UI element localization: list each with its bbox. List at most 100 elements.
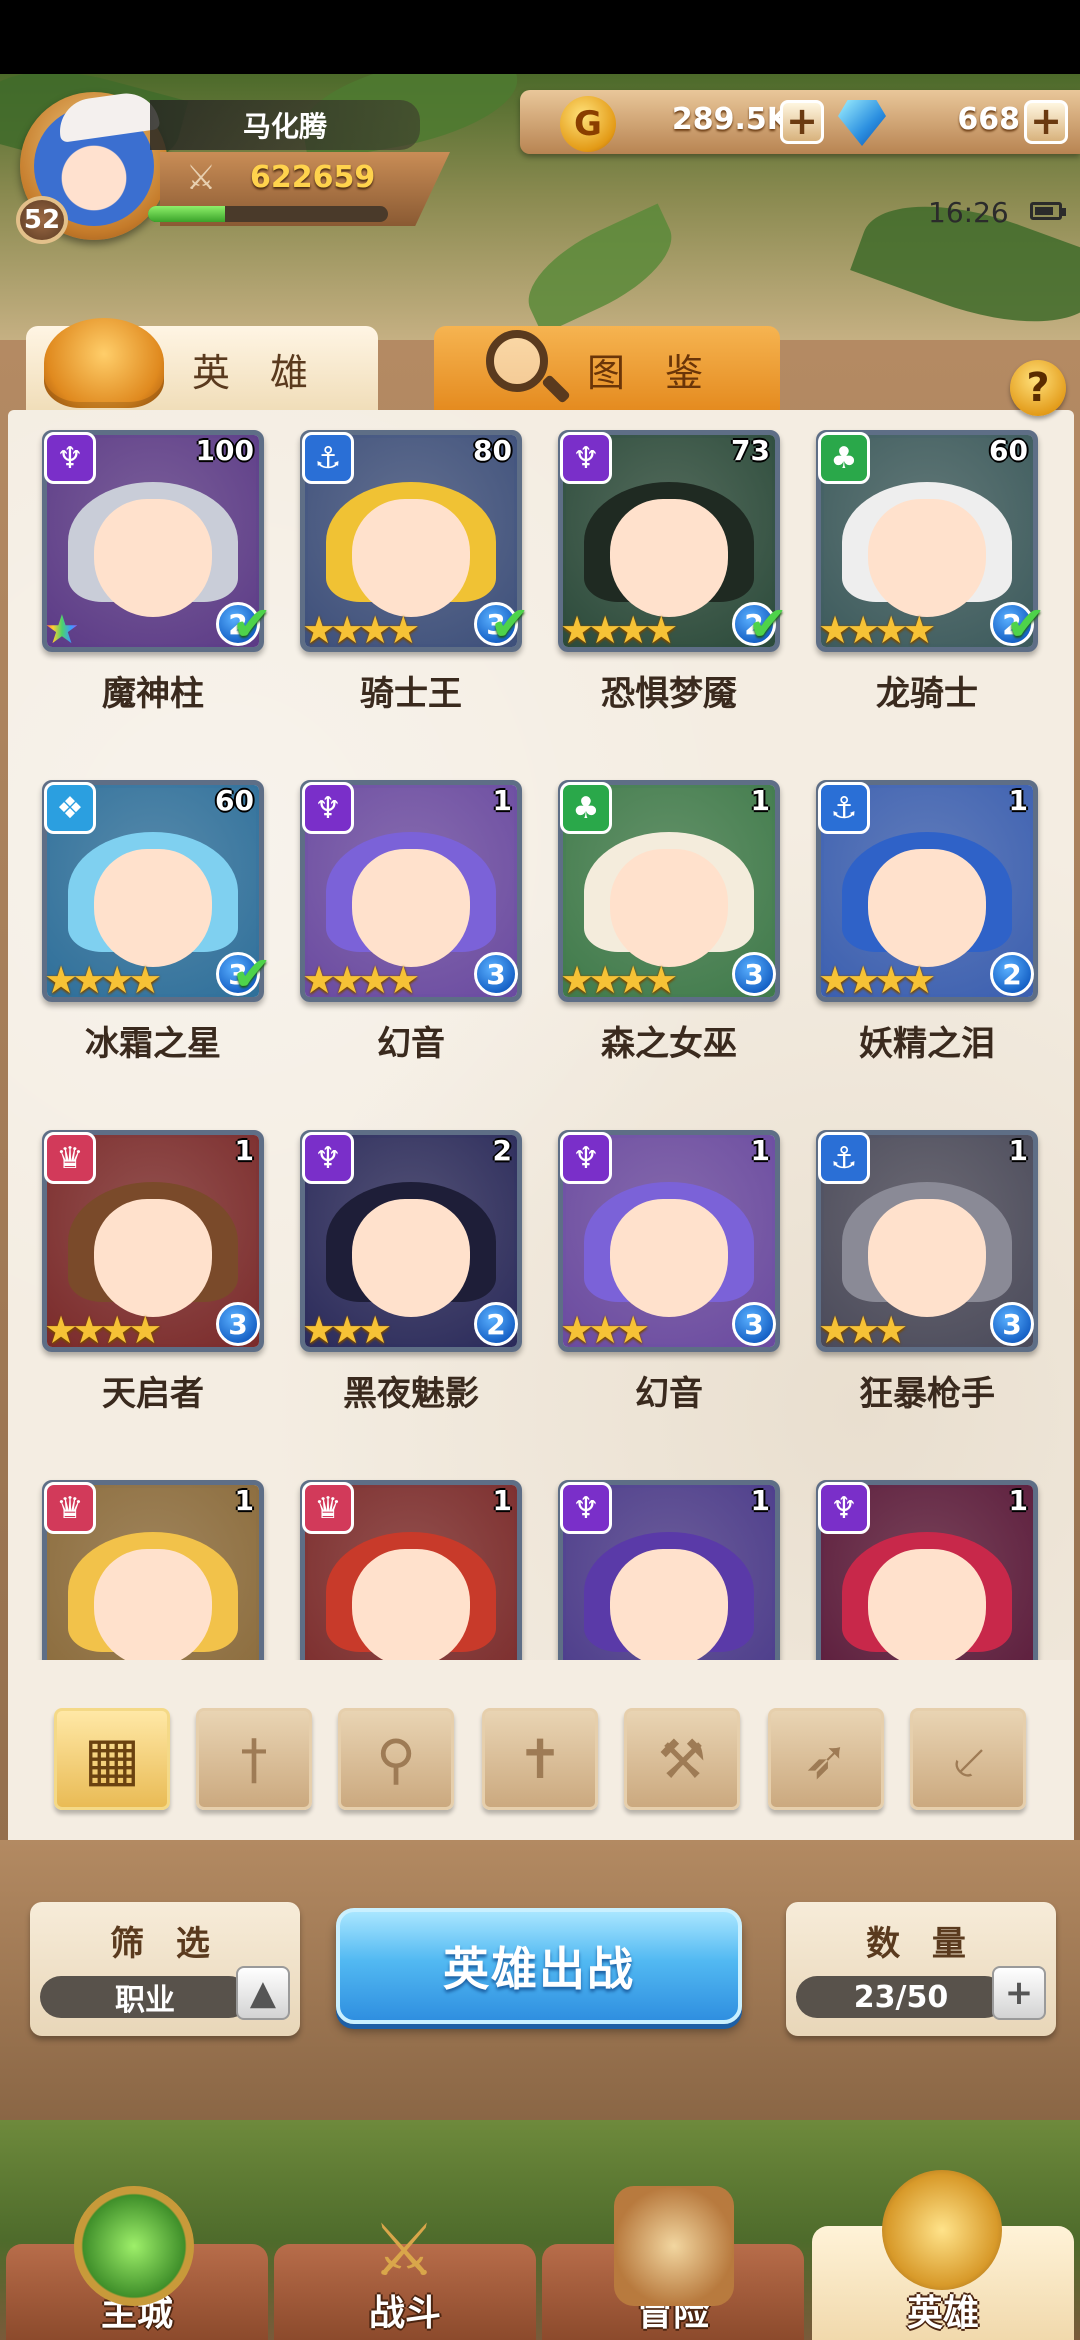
sword-icon: † bbox=[240, 1727, 268, 1791]
anchor-faction-icon: ⚓ bbox=[818, 1132, 870, 1184]
add-gold-button[interactable]: + bbox=[780, 100, 824, 144]
hero-level: 1 bbox=[750, 1134, 770, 1167]
star-rating: ★★★★ bbox=[560, 608, 678, 652]
filter-tank-button[interactable]: ⚒ bbox=[624, 1708, 740, 1810]
star-rating: ★★★★ bbox=[560, 958, 678, 1002]
hero-card[interactable]: ♆ 100 ★ 2 ✔ bbox=[42, 430, 272, 653]
hero-helmet-nav-icon bbox=[882, 2170, 1002, 2290]
demon-faction-icon: ♆ bbox=[302, 782, 354, 834]
checkmark-icon: ✔ bbox=[231, 596, 272, 652]
nature-faction-icon: ♣ bbox=[818, 432, 870, 484]
nature-faction-icon: ♣ bbox=[560, 782, 612, 834]
gold-coin-icon: G bbox=[560, 96, 616, 152]
axe-icon: ⚒ bbox=[657, 1727, 707, 1791]
demon-faction-icon: ♆ bbox=[818, 1482, 870, 1534]
gem-amount: 668 bbox=[957, 102, 1020, 137]
filter-mage-button[interactable]: ⚲ bbox=[338, 1708, 454, 1810]
chevron-up-icon: ▲ bbox=[249, 1973, 277, 2013]
add-gems-button[interactable]: + bbox=[1024, 100, 1068, 144]
gold-amount: 289.5K bbox=[671, 102, 790, 137]
hero-level: 1 bbox=[234, 1484, 254, 1517]
hero-card[interactable]: ♆ 73 ★★★★ 2 ✔ bbox=[558, 430, 788, 652]
demon-faction-icon: ♆ bbox=[560, 1132, 612, 1184]
filter-all-button[interactable]: ▦ bbox=[54, 1708, 170, 1810]
checkmark-icon: ✔ bbox=[747, 596, 788, 652]
hero-card[interactable]: ⚓ 80 ★★★★ 3 ✔ bbox=[300, 430, 530, 652]
grade-badge: 3 bbox=[990, 1302, 1034, 1346]
castle-icon bbox=[74, 2186, 194, 2306]
crossed-swords-icon: ⚔ bbox=[185, 158, 217, 198]
exp-bar-fill bbox=[148, 206, 225, 222]
hero-level: 80 bbox=[473, 434, 512, 467]
filter-assassin-button[interactable]: ⸔ bbox=[910, 1708, 1026, 1810]
anchor-faction-icon: ⚓ bbox=[302, 432, 354, 484]
hero-card[interactable]: ♛ 1 ★★★★ 3 bbox=[42, 1130, 264, 1352]
checkmark-icon: ✔ bbox=[231, 946, 272, 1002]
hero-card[interactable]: ♆ 1 ★★★★ 3 bbox=[300, 780, 522, 1002]
nav-hero-label: 英雄 bbox=[906, 2293, 979, 2334]
hero-card[interactable]: ♣ 1 ★★★★ 3 bbox=[558, 780, 780, 1002]
count-display: 23/50 bbox=[796, 1976, 1006, 2018]
hero-level: 60 bbox=[215, 784, 254, 817]
hero-level: 60 bbox=[989, 434, 1028, 467]
hero-card[interactable]: ❖ 60 ★★★★ 3 ✔ bbox=[42, 780, 272, 1002]
fire-faction-icon: ♛ bbox=[302, 1482, 354, 1534]
hero-level: 1 bbox=[492, 784, 512, 817]
star-rating: ★★★★ bbox=[302, 608, 420, 652]
hero-level: 73 bbox=[731, 434, 770, 467]
filter-select[interactable]: 职业 bbox=[40, 1976, 250, 2018]
ice-faction-icon: ❖ bbox=[44, 782, 96, 834]
hero-level: 1 bbox=[1008, 1484, 1028, 1517]
hero-level: 1 bbox=[1008, 784, 1028, 817]
star-rating: ★★★★ bbox=[818, 608, 936, 652]
filter-title: 筛 选 bbox=[110, 1924, 220, 1964]
filter-warrior-button[interactable]: † bbox=[196, 1708, 312, 1810]
battery-icon bbox=[1030, 202, 1066, 220]
bow-icon: ➶ bbox=[803, 1727, 849, 1791]
grade-badge: 2 bbox=[990, 952, 1034, 996]
count-title: 数 量 bbox=[866, 1924, 976, 1964]
hero-level: 1 bbox=[750, 1484, 770, 1517]
hero-card[interactable]: ⚓ 1 ★★★ 3 bbox=[816, 1130, 1038, 1352]
star-rating: ★★★★ bbox=[44, 958, 162, 1002]
crossed-swords-nav-icon: ⚔ bbox=[371, 2208, 437, 2292]
filter-priest-button[interactable]: ✝ bbox=[482, 1708, 598, 1810]
magnifier-icon bbox=[486, 330, 548, 392]
rainbow-star-icon: ★ bbox=[44, 607, 80, 653]
demon-faction-icon: ♆ bbox=[44, 432, 96, 484]
hero-level: 1 bbox=[1008, 1134, 1028, 1167]
grade-badge: 2 bbox=[474, 1302, 518, 1346]
demon-faction-icon: ♆ bbox=[560, 432, 612, 484]
hero-card[interactable]: ♆ 2 ★★★ 2 bbox=[300, 1130, 522, 1352]
star-rating: ★★★ bbox=[560, 1308, 650, 1352]
tab-codex[interactable]: 图 鉴 bbox=[434, 326, 780, 412]
filter-archer-button[interactable]: ➶ bbox=[768, 1708, 884, 1810]
player-level-badge: 52 bbox=[16, 196, 68, 244]
cross-icon: ✝ bbox=[517, 1727, 563, 1791]
hero-card[interactable]: ♆ 1 ★★★ 3 bbox=[558, 1130, 780, 1352]
staff-icon: ⚲ bbox=[376, 1727, 416, 1791]
count-panel: 数 量 23/50 + bbox=[786, 1902, 1056, 2036]
plus-icon: + bbox=[1004, 1973, 1034, 2013]
checkmark-icon: ✔ bbox=[489, 596, 530, 652]
filter-toggle-button[interactable]: ▲ bbox=[236, 1966, 290, 2020]
help-button[interactable]: ? bbox=[1010, 360, 1066, 416]
anchor-faction-icon: ⚓ bbox=[818, 782, 870, 834]
hero-level: 100 bbox=[195, 434, 254, 467]
hero-level: 1 bbox=[492, 1484, 512, 1517]
all-grid-icon: ▦ bbox=[83, 1724, 141, 1794]
status-bar bbox=[0, 0, 1080, 74]
star-rating: ★★★★ bbox=[302, 958, 420, 1002]
hero-level: 2 bbox=[492, 1134, 512, 1167]
add-slot-button[interactable]: + bbox=[992, 1966, 1046, 2020]
fire-faction-icon: ♛ bbox=[44, 1482, 96, 1534]
star-rating: ★★★★ bbox=[818, 958, 936, 1002]
deploy-heroes-button[interactable]: 英雄出战 bbox=[336, 1908, 742, 2024]
tab-hero-label: 英 雄 bbox=[191, 350, 323, 395]
hero-card[interactable]: ⚓ 1 ★★★★ 2 bbox=[816, 780, 1038, 1002]
filter-panel: 筛 选 职业 ▲ bbox=[30, 1902, 300, 2036]
checkmark-icon: ✔ bbox=[1005, 596, 1046, 652]
hero-card[interactable]: ♣ 60 ★★★★ 2 ✔ bbox=[816, 430, 1046, 652]
fire-faction-icon: ♛ bbox=[44, 1132, 96, 1184]
hero-level: 1 bbox=[750, 784, 770, 817]
